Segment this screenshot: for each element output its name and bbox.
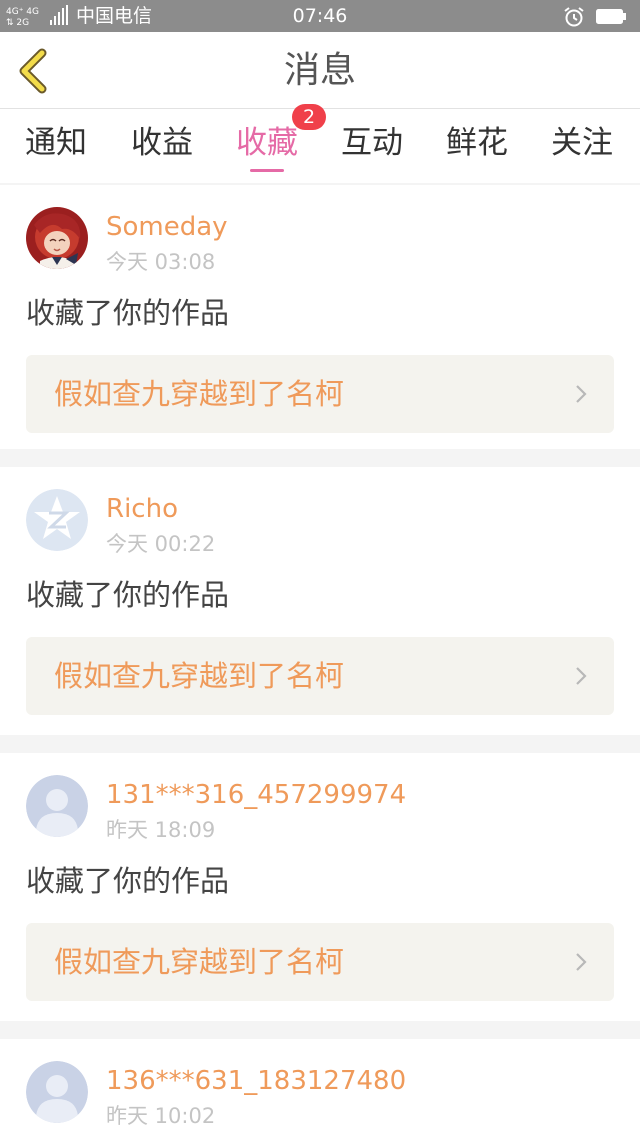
qq-default-avatar-icon bbox=[26, 489, 88, 551]
tab-earnings[interactable]: 收益 bbox=[112, 123, 212, 163]
clock: 07:46 bbox=[292, 5, 348, 27]
avatar[interactable] bbox=[26, 207, 88, 269]
work-title: 假如查九穿越到了名柯 bbox=[54, 659, 345, 693]
chevron-right-icon bbox=[576, 385, 587, 403]
avatar[interactable] bbox=[26, 489, 88, 551]
work-title: 假如查九穿越到了名柯 bbox=[54, 945, 345, 979]
avatar[interactable] bbox=[26, 1061, 88, 1123]
work-link[interactable]: 假如查九穿越到了名柯 bbox=[26, 355, 614, 433]
battery-icon bbox=[596, 9, 626, 24]
message-text: 收藏了你的作品 bbox=[26, 578, 230, 612]
anime-avatar-icon bbox=[26, 207, 88, 269]
active-tab-indicator bbox=[250, 169, 284, 172]
app-header: 消息 bbox=[0, 32, 640, 109]
chevron-right-icon bbox=[576, 667, 587, 685]
message-item: Richo 今天 00:22 收藏了你的作品 假如查九穿越到了名柯 bbox=[0, 467, 640, 735]
work-title: 假如查九穿越到了名柯 bbox=[54, 377, 345, 411]
tab-interactions[interactable]: 互动 bbox=[322, 123, 422, 163]
default-person-avatar-icon bbox=[26, 1061, 88, 1123]
tab-notifications[interactable]: 通知 bbox=[6, 123, 106, 163]
message-text: 收藏了你的作品 bbox=[26, 296, 230, 330]
tab-flowers[interactable]: 鲜花 bbox=[427, 123, 527, 163]
username[interactable]: 136***631_183127480 bbox=[106, 1065, 406, 1097]
username[interactable]: 131***316_457299974 bbox=[106, 779, 406, 811]
message-time: 昨天 10:02 bbox=[106, 1104, 216, 1128]
tab-bar: 通知 收益 收藏 2 互动 鲜花 关注 bbox=[0, 104, 640, 183]
message-time: 昨天 18:09 bbox=[106, 818, 216, 842]
page-title: 消息 bbox=[283, 50, 356, 91]
status-bar: 4G⁺ 4G ⇅ 2G 中国电信 07:46 bbox=[0, 0, 640, 32]
username[interactable]: Someday bbox=[106, 211, 228, 243]
message-item: 136***631_183127480 昨天 10:02 bbox=[0, 1039, 640, 1138]
message-item: Someday 今天 03:08 收藏了你的作品 假如查九穿越到了名柯 bbox=[0, 185, 640, 449]
chevron-right-icon bbox=[576, 953, 587, 971]
unread-badge: 2 bbox=[292, 104, 326, 130]
message-text: 收藏了你的作品 bbox=[26, 864, 230, 898]
tab-follows[interactable]: 关注 bbox=[532, 123, 632, 163]
tab-label: 收藏 bbox=[236, 125, 298, 161]
alarm-icon bbox=[564, 7, 584, 27]
message-item: 131***316_457299974 昨天 18:09 收藏了你的作品 假如查… bbox=[0, 753, 640, 1021]
username[interactable]: Richo bbox=[106, 493, 178, 525]
avatar[interactable] bbox=[26, 775, 88, 837]
default-person-avatar-icon bbox=[26, 775, 88, 837]
message-time: 今天 00:22 bbox=[106, 532, 216, 556]
message-time: 今天 03:08 bbox=[106, 250, 216, 274]
work-link[interactable]: 假如查九穿越到了名柯 bbox=[26, 923, 614, 1001]
work-link[interactable]: 假如查九穿越到了名柯 bbox=[26, 637, 614, 715]
